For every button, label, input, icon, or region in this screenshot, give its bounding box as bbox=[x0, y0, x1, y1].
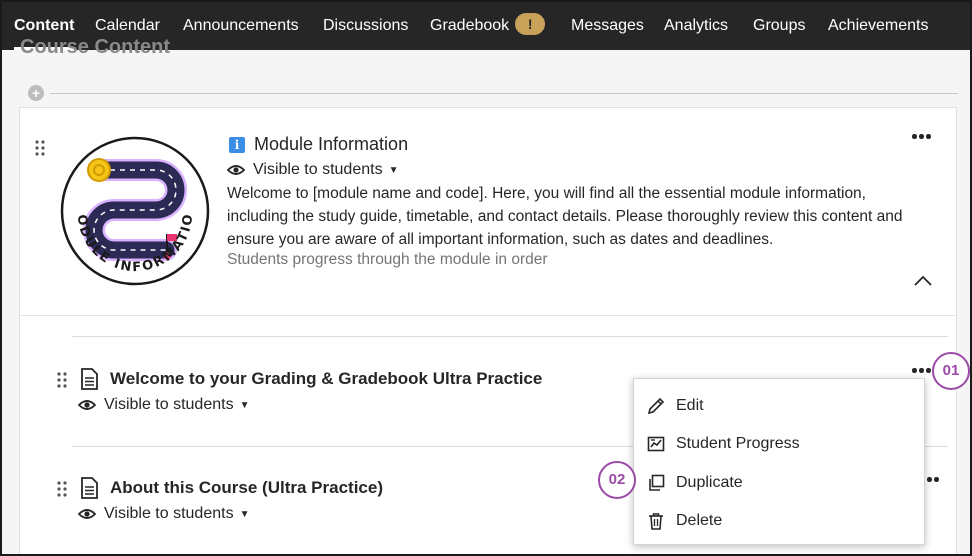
item-visibility-dropdown[interactable]: Visible to students ▼ bbox=[78, 396, 249, 414]
gradebook-alert-badge: ! bbox=[515, 12, 546, 35]
visibility-label: Visible to students bbox=[253, 161, 383, 178]
nav-tab-label: Groups bbox=[753, 17, 806, 34]
content-item-row: Welcome to your Grading & Gradebook Ultr… bbox=[80, 368, 542, 390]
visibility-label: Visible to students bbox=[104, 396, 234, 413]
app-frame: Content Calendar Announcements Discussio… bbox=[0, 0, 972, 556]
menu-item-student-progress[interactable]: Student Progress bbox=[634, 425, 924, 463]
nav-tab-messages[interactable]: Messages bbox=[571, 2, 644, 50]
divider bbox=[20, 315, 956, 316]
menu-item-duplicate[interactable]: Duplicate bbox=[634, 464, 924, 502]
content-item-title[interactable]: Welcome to your Grading & Gradebook Ultr… bbox=[110, 369, 542, 389]
nav-tab-groups[interactable]: Groups bbox=[753, 2, 805, 50]
menu-item-delete[interactable]: Delete bbox=[634, 502, 924, 540]
trash-icon bbox=[649, 513, 663, 530]
nav-tab-analytics[interactable]: Analytics bbox=[664, 2, 728, 50]
more-options-icon[interactable] bbox=[912, 368, 932, 374]
module-progress-note: Students progress through the module in … bbox=[227, 251, 548, 268]
module-title-row: i Module Information bbox=[229, 134, 408, 155]
module-description: Welcome to [module name and code]. Here,… bbox=[227, 185, 903, 248]
menu-item-label: Student Progress bbox=[676, 435, 800, 452]
step-marker-01: 01 bbox=[932, 352, 970, 390]
nav-tab-label: Analytics bbox=[664, 17, 729, 34]
nav-tab-label: Messages bbox=[571, 17, 644, 34]
drag-handle-icon[interactable] bbox=[56, 481, 68, 497]
nav-tab-discussions[interactable]: Discussions bbox=[323, 2, 408, 50]
eye-icon bbox=[78, 509, 96, 519]
add-content-row: + bbox=[28, 85, 958, 101]
step-marker-02: 02 bbox=[598, 461, 636, 499]
caret-down-icon: ▼ bbox=[239, 508, 250, 520]
caret-down-icon: ▼ bbox=[388, 164, 399, 176]
item-options-menu: Edit Student Progress Duplicate Delete bbox=[633, 378, 925, 545]
pencil-icon bbox=[647, 397, 665, 415]
nav-tab-label: Announcements bbox=[183, 17, 299, 34]
document-icon bbox=[81, 368, 98, 390]
module-information-logo: MODULE INFORMATION bbox=[60, 136, 210, 286]
duplicate-icon bbox=[649, 474, 665, 491]
search-icon[interactable] bbox=[872, 38, 890, 52]
chevron-up-icon[interactable] bbox=[914, 274, 932, 286]
module-visibility-dropdown[interactable]: Visible to students ▼ bbox=[227, 161, 398, 179]
divider bbox=[72, 336, 948, 337]
content-item-row: About this Course (Ultra Practice) bbox=[80, 477, 383, 499]
caret-down-icon: ▼ bbox=[239, 399, 250, 411]
drag-handle-icon[interactable] bbox=[34, 140, 46, 156]
nav-tab-label: Discussions bbox=[323, 17, 409, 34]
divider bbox=[100, 554, 948, 555]
menu-item-label: Edit bbox=[676, 397, 704, 414]
content-item-title[interactable]: About this Course (Ultra Practice) bbox=[110, 478, 383, 498]
nav-tab-announcements[interactable]: Announcements bbox=[183, 2, 299, 50]
nav-tab-label: Content bbox=[14, 17, 75, 34]
nav-tab-label: Calendar bbox=[95, 17, 160, 34]
menu-item-label: Duplicate bbox=[676, 474, 743, 491]
page-title: Course Content bbox=[20, 36, 170, 58]
info-icon: i bbox=[229, 136, 245, 153]
visibility-label: Visible to students bbox=[104, 505, 234, 522]
more-options-icon[interactable] bbox=[912, 134, 932, 140]
eye-icon bbox=[227, 165, 245, 175]
drag-handle-icon[interactable] bbox=[56, 372, 68, 388]
progress-chart-icon bbox=[647, 436, 665, 452]
eye-icon bbox=[78, 400, 96, 410]
nav-tab-label: Achievements bbox=[828, 17, 929, 34]
module-title[interactable]: Module Information bbox=[254, 134, 408, 155]
menu-item-label: Delete bbox=[676, 512, 723, 529]
divider bbox=[50, 93, 958, 94]
add-content-icon[interactable]: + bbox=[28, 85, 44, 101]
item-visibility-dropdown[interactable]: Visible to students ▼ bbox=[78, 505, 249, 523]
menu-item-edit[interactable]: Edit bbox=[634, 387, 924, 425]
document-icon bbox=[81, 477, 98, 499]
nav-tab-label: Gradebook bbox=[430, 17, 510, 34]
nav-tab-gradebook[interactable]: Gradebook! bbox=[430, 2, 546, 50]
